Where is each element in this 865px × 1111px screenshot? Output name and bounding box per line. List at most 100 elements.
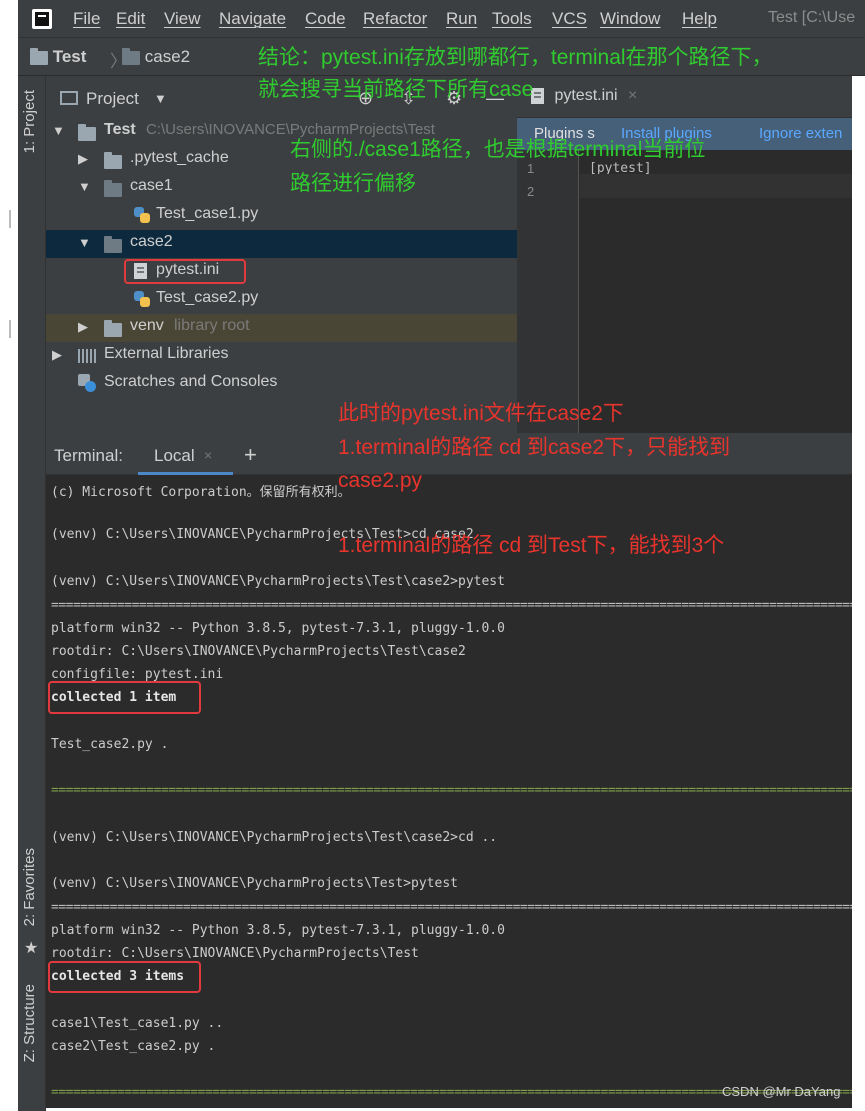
annotation-green: 路径进行偏移 <box>290 172 416 195</box>
terminal-line: configfile: pytest.ini <box>51 667 224 682</box>
menu-edit[interactable]: Edit <box>116 9 145 29</box>
close-icon[interactable]: × <box>628 87 637 104</box>
tree-item-pytest-ini[interactable]: pytest.ini <box>46 258 517 286</box>
margin-mark <box>9 320 11 338</box>
menu-view[interactable]: View <box>164 9 201 29</box>
tab-pytest-ini[interactable]: pytest.ini × <box>531 87 637 105</box>
tree-item-label: venv <box>130 317 164 334</box>
tab-terminal-local[interactable]: Local × <box>138 433 233 475</box>
scratches-icon <box>78 374 96 397</box>
chevron-right-icon[interactable]: ▶ <box>78 319 88 335</box>
terminal-line: (venv) C:\Users\INOVANCE\PycharmProjects… <box>51 876 458 891</box>
terminal-line: (venv) C:\Users\INOVANCE\PycharmProjects… <box>51 574 505 589</box>
terminal-separator: ========================================… <box>51 900 852 915</box>
terminal-line: platform win32 -- Python 3.8.5, pytest-7… <box>51 923 505 938</box>
close-icon[interactable]: × <box>204 447 212 463</box>
menu-bar: File Edit View Navigate Code Refactor Ru… <box>18 0 865 38</box>
menu-help[interactable]: Help <box>682 9 717 29</box>
folder-icon <box>30 47 48 65</box>
menu-window[interactable]: Window <box>600 9 660 29</box>
terminal-line: case2\Test_case2.py . <box>51 1039 216 1054</box>
tree-item-label: case2 <box>130 233 173 250</box>
highlight-box-pytest-ini <box>124 259 246 284</box>
python-file-icon <box>134 207 150 228</box>
chevron-down-icon[interactable]: ▼ <box>78 235 91 250</box>
menu-tools[interactable]: Tools <box>492 9 532 29</box>
add-terminal-icon[interactable]: + <box>244 442 257 468</box>
terminal-line: (venv) C:\Users\INOVANCE\PycharmProjects… <box>51 830 498 845</box>
folder-icon <box>104 235 122 255</box>
folder-icon <box>104 319 122 339</box>
tab-structure[interactable]: Z: Structure <box>21 984 38 1062</box>
page-margin-right <box>852 76 865 1111</box>
annotation-green: 右侧的./case1路径，也是根据terminal当前位 <box>290 138 706 161</box>
tree-item-test-case2[interactable]: Test_case2.py <box>46 286 517 314</box>
window-title: Test [C:\Use <box>768 9 856 26</box>
chevron-right-icon[interactable]: ▶ <box>78 151 88 167</box>
highlight-box-collected-3 <box>48 961 201 993</box>
menu-run[interactable]: Run <box>446 9 477 29</box>
project-view-icon <box>60 91 78 105</box>
ignore-extension-link[interactable]: Ignore exten <box>759 125 842 142</box>
menu-navigate[interactable]: Navigate <box>219 9 286 29</box>
menu-refactor[interactable]: Refactor <box>363 9 427 29</box>
terminal-separator: ========================================… <box>51 598 852 613</box>
tree-item-label: .pytest_cache <box>130 149 229 166</box>
tab-label: pytest.ini <box>554 87 618 104</box>
project-panel-title[interactable]: Project <box>86 89 139 109</box>
terminal-tab-label: Local <box>154 446 195 465</box>
line-number: 2 <box>527 184 535 199</box>
editor-gutter: 1 2 <box>517 150 579 433</box>
tree-item-label: Scratches and Consoles <box>104 373 278 390</box>
menu-code[interactable]: Code <box>305 9 346 29</box>
pycharm-logo-icon <box>32 9 52 29</box>
tree-item-venv[interactable]: ▶ venv library root <box>46 314 517 342</box>
tree-item-case2[interactable]: ▼ case2 <box>46 230 517 258</box>
library-icon <box>78 349 98 368</box>
tree-item-label: case1 <box>130 177 173 194</box>
folder-icon <box>78 123 96 143</box>
tool-window-strip: 1: Project 2: Favorites ★ Z: Structure <box>18 76 46 1111</box>
terminal-line: Test_case2.py . <box>51 737 169 752</box>
tree-item-label: External Libraries <box>104 345 229 362</box>
screenshot-stage: File Edit View Navigate Code Refactor Ru… <box>0 0 865 1111</box>
chevron-down-icon[interactable]: ▼ <box>78 179 91 194</box>
tree-item-external-libraries[interactable]: ▶ External Libraries <box>46 342 517 370</box>
annotation-green: 就会搜寻当前路径下所有case <box>258 78 534 101</box>
annotation-red: 1.terminal的路径 cd 到case2下，只能找到 <box>338 436 731 459</box>
annotation-red: case2.py <box>338 469 423 492</box>
tab-favorites[interactable]: 2: Favorites <box>21 848 38 926</box>
tree-item-test-case1[interactable]: Test_case1.py <box>46 202 517 230</box>
menu-vcs[interactable]: VCS <box>552 9 587 29</box>
tree-item-case1[interactable]: ▼ case1 <box>46 174 517 202</box>
editor-tab-bar: pytest.ini × <box>517 76 865 118</box>
annotation-red: 1.terminal的路径 cd 到Test下，能找到3个 <box>338 534 725 557</box>
chevron-down-icon[interactable]: ▼ <box>154 91 167 106</box>
page-margin-left <box>0 0 18 1111</box>
star-icon: ★ <box>24 940 39 957</box>
chevron-right-icon[interactable]: ▶ <box>52 347 62 363</box>
line-number: 1 <box>527 161 535 176</box>
tree-item-scratches[interactable]: Scratches and Consoles <box>46 370 517 398</box>
tree-item-label: Test_case2.py <box>156 289 259 306</box>
current-line-highlight <box>580 174 865 198</box>
breadcrumb-test-label: Test <box>52 47 87 66</box>
folder-icon <box>122 47 140 65</box>
margin-mark <box>9 210 11 228</box>
python-file-icon <box>134 291 150 312</box>
terminal-line: rootdir: C:\Users\INOVANCE\PycharmProjec… <box>51 946 419 961</box>
tree-item-label: Test <box>104 121 136 138</box>
breadcrumb-case2-label: case2 <box>144 47 191 66</box>
breadcrumb-case2[interactable]: case2 <box>122 47 190 67</box>
menu-file[interactable]: File <box>73 9 100 29</box>
annotation-green: 结论：pytest.ini存放到哪都行，terminal在那个路径下， <box>258 46 773 69</box>
tree-item-hint: library root <box>174 317 250 334</box>
project-panel: Project ▼ ⊕ ⇳ ⚙ — ▼ Test C:\Users\INOVAN… <box>46 76 517 433</box>
annotation-red: 此时的pytest.ini文件在case2下 <box>338 402 624 425</box>
terminal-line: case1\Test_case1.py .. <box>51 1016 224 1031</box>
breadcrumb-test[interactable]: Test <box>30 47 86 67</box>
tab-project[interactable]: 1: Project <box>21 90 38 153</box>
watermark: CSDN @Mr DaYang <box>722 1084 841 1099</box>
chevron-down-icon[interactable]: ▼ <box>52 123 65 138</box>
folder-icon <box>104 151 122 171</box>
